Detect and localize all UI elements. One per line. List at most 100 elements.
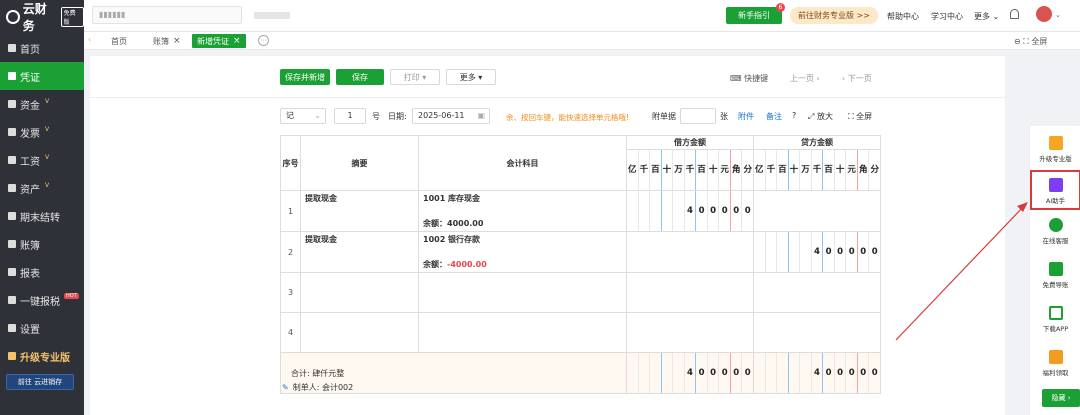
fullscreen-button[interactable]: ⛶ 全屏: [848, 111, 872, 122]
debit-cell[interactable]: [626, 272, 754, 313]
debit-cell[interactable]: 400000: [626, 190, 754, 232]
amount-digit: 0: [731, 353, 743, 393]
float-free-import[interactable]: 免费导账: [1030, 262, 1080, 300]
digit-unit-label: 百: [650, 150, 662, 190]
sidebar-item-voucher[interactable]: 凭证: [0, 62, 84, 90]
summary-cell[interactable]: 提取现金: [300, 190, 419, 232]
credit-cell[interactable]: [753, 312, 881, 353]
digit-unit-label: 万: [800, 150, 812, 190]
summary-cell[interactable]: [300, 312, 419, 353]
subject-cell[interactable]: 1002 银行存款 余额：-4000.00: [418, 231, 627, 273]
chevron-left-icon[interactable]: ‹: [88, 35, 91, 44]
more-dropdown[interactable]: 更多 ▾: [446, 69, 496, 85]
ledger-icon: [8, 240, 16, 248]
attach-count-input[interactable]: [680, 108, 716, 124]
digit-unit-label: 分: [870, 165, 879, 175]
digit-unit-label: 百: [823, 150, 835, 190]
summary-cell[interactable]: [300, 272, 419, 313]
hide-panel-button[interactable]: 隐藏 ›: [1042, 389, 1080, 407]
sidebar-item-reports[interactable]: 报表: [0, 258, 84, 286]
sidebar-item-ledger[interactable]: 账簿: [0, 230, 84, 258]
attachment-link[interactable]: 附件: [738, 111, 754, 122]
subject-cell[interactable]: 1001 库存现金 余额：4000.00: [418, 190, 627, 232]
tab-options-icon[interactable]: ⋯: [258, 35, 269, 46]
amount-digit: 0: [708, 191, 720, 231]
bell-icon[interactable]: [1010, 9, 1019, 19]
avatar[interactable]: [1036, 6, 1052, 22]
sidebar-item-home[interactable]: 首页: [0, 34, 84, 62]
assets-icon: [8, 184, 16, 192]
digit-unit-label: 十: [708, 150, 720, 190]
sidebar-item-assets[interactable]: 资产 V: [0, 174, 84, 202]
sidebar-item-invoice[interactable]: 发票 V: [0, 118, 84, 146]
tab-ledger[interactable]: 账簿 ×: [148, 34, 186, 48]
close-icon[interactable]: ×: [173, 36, 181, 46]
tab-bar: ‹ 首页 账簿 × 新增凭证 × ⋯ ⊖ ⛶ 全屏: [84, 32, 1080, 50]
close-icon[interactable]: ×: [233, 36, 241, 46]
period-close-icon: [8, 212, 16, 220]
amount-digit: 0: [823, 232, 835, 272]
shortcut-key-button[interactable]: ⌨ 快捷键: [730, 73, 768, 84]
digit-unit-label: 千: [639, 150, 651, 190]
float-ai-assistant[interactable]: AI助手: [1030, 170, 1080, 210]
vip-icon: V: [45, 97, 50, 105]
gear-icon: [8, 324, 16, 332]
debit-cell[interactable]: [626, 312, 754, 353]
credit-cell[interactable]: [753, 272, 881, 313]
edit-icon[interactable]: ✎: [282, 383, 289, 392]
debit-cell[interactable]: [626, 231, 754, 273]
study-center-link[interactable]: 学习中心: [931, 11, 963, 22]
digit-unit-label: 百: [696, 150, 708, 190]
next-page-button[interactable]: › 下一页: [842, 73, 872, 84]
voucher-word-select[interactable]: 记 ⌄: [280, 108, 326, 124]
float-online-service[interactable]: 在线客服: [1030, 218, 1080, 256]
amount-digit: [800, 353, 812, 393]
remark-link[interactable]: 备注: [766, 111, 782, 122]
tab-home[interactable]: 首页: [106, 34, 132, 48]
newbie-guide-button[interactable]: 新手指引: [726, 7, 782, 24]
fullscreen-toggle[interactable]: ⊖ ⛶ 全屏: [1014, 36, 1047, 47]
voucher-number-input[interactable]: 1: [334, 108, 366, 124]
header-credit: 贷方金额: [753, 135, 881, 150]
sidebar-item-upgrade[interactable]: 升级专业版: [0, 342, 84, 370]
sidebar-item-tax[interactable]: 一键报税 HOT: [0, 286, 84, 314]
sidebar-item-settings[interactable]: 设置: [0, 314, 84, 342]
prev-page-button[interactable]: 上一页 ‹: [790, 73, 820, 84]
vip-icon: V: [45, 153, 50, 161]
arrow-head: [1017, 202, 1028, 212]
help-icon[interactable]: ?: [792, 111, 796, 120]
subject-cell[interactable]: [418, 272, 627, 313]
more-menu[interactable]: 更多 ⌄: [974, 11, 999, 22]
sidebar-item-salary[interactable]: 工资 V: [0, 146, 84, 174]
top-bar: ▮▮▮▮▮▮ 新手指引 6 前往财务专业版 >> 帮助中心 学习中心 更多 ⌄ …: [84, 0, 1080, 32]
sidebar-item-funds[interactable]: 资金 V: [0, 90, 84, 118]
tab-new-voucher[interactable]: 新增凭证 ×: [192, 34, 246, 48]
zoom-button[interactable]: ⤢ 放大: [808, 111, 833, 122]
credit-cell[interactable]: 400000: [753, 231, 881, 273]
float-upgrade-pro[interactable]: 升级专业版: [1030, 132, 1080, 172]
date-label: 日期:: [388, 112, 407, 121]
help-center-link[interactable]: 帮助中心: [887, 11, 919, 22]
amount-digit: 0: [858, 232, 870, 272]
digit-unit-label: 万: [673, 150, 685, 190]
crown-icon: [8, 352, 16, 360]
logo[interactable]: 云财务 免费版: [0, 0, 84, 34]
credit-cell[interactable]: [753, 190, 881, 232]
sidebar-item-period-close[interactable]: 期末结转: [0, 202, 84, 230]
float-download-app[interactable]: 下载APP: [1030, 306, 1080, 344]
save-and-new-button[interactable]: 保存并新增: [280, 69, 330, 85]
print-dropdown[interactable]: 打印 ▾: [390, 69, 440, 85]
go-pro-button[interactable]: 前往财务专业版 >>: [790, 7, 878, 24]
save-button[interactable]: 保存: [336, 69, 384, 85]
amount-digit: 4: [812, 353, 824, 393]
date-picker[interactable]: 2025-06-11 ▣: [412, 108, 490, 124]
crown-icon: [1048, 136, 1063, 150]
chevron-down-icon[interactable]: ⌄: [1055, 11, 1061, 19]
credit-digit-units: 亿千百十万千百十元角分: [753, 149, 881, 191]
float-welfare[interactable]: 福利领取: [1030, 350, 1080, 388]
subject-cell[interactable]: [418, 312, 627, 353]
go-inventory-button[interactable]: 前往 云进销存: [6, 374, 74, 390]
account-name-redacted: [254, 12, 290, 19]
company-selector[interactable]: ▮▮▮▮▮▮: [92, 6, 242, 24]
summary-cell[interactable]: 提取现金: [300, 231, 419, 273]
